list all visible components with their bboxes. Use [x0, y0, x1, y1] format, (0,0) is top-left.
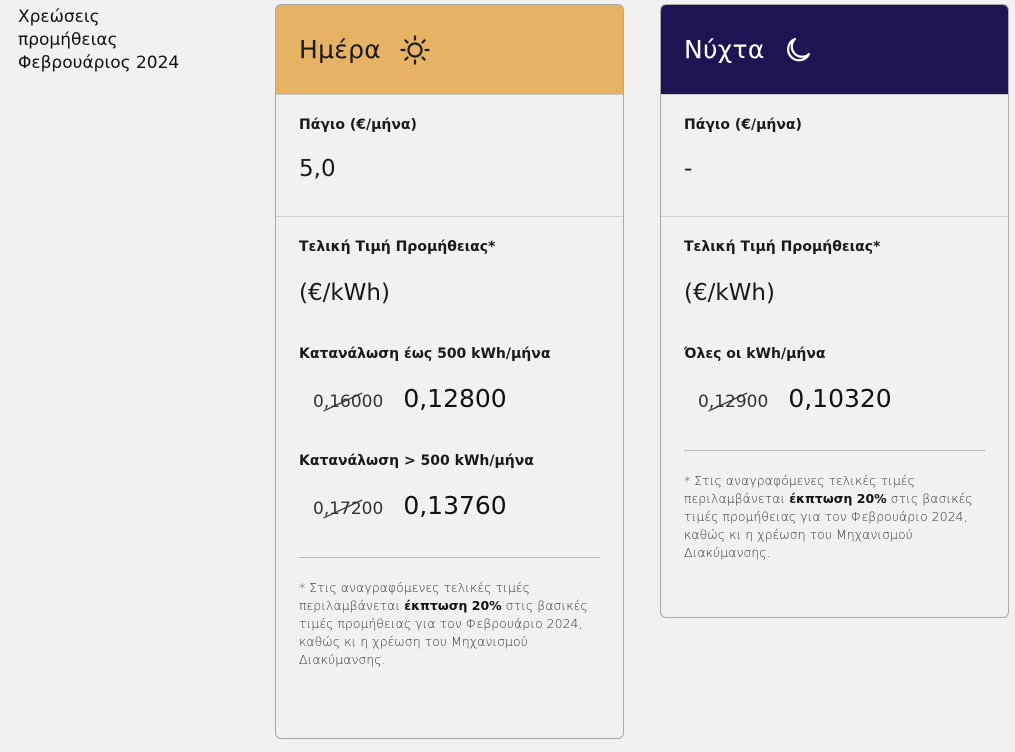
page-title-line: προμήθειας	[18, 30, 118, 50]
divider	[299, 557, 600, 558]
new-price: 0,12800	[403, 384, 507, 413]
price-row: 0,16000 0,12800	[299, 384, 600, 413]
price-unit: (€/kWh)	[684, 280, 775, 306]
day-price-section: Τελική Τιμή Προμήθειας* (€/kWh) Κατανάλω…	[276, 217, 623, 669]
page-title-line: Φεβρουάριος 2024	[18, 53, 180, 73]
tier-label: Κατανάλωση έως 500 kWh/μήνα	[299, 346, 551, 362]
new-price: 0,10320	[788, 384, 892, 413]
price-label: Τελική Τιμή Προμήθειας*	[684, 239, 881, 255]
price-tier: Όλες οι kWh/μήνα 0,12900 0,10320	[684, 346, 985, 413]
new-price: 0,13760	[403, 491, 507, 520]
night-fee-section: Πάγιο (€/μήνα) -	[661, 95, 1008, 217]
day-card-header: Ημέρα	[276, 5, 623, 95]
day-fee-section: Πάγιο (€/μήνα) 5,0	[276, 95, 623, 217]
footnote: * Στις αναγραφόμενες τελικές τιμές περιλ…	[684, 473, 973, 560]
fee-value: -	[684, 156, 693, 182]
price-label: Τελική Τιμή Προμήθειας*	[299, 239, 496, 255]
price-row: 0,17200 0,13760	[299, 491, 600, 520]
night-card-header: Νύχτα	[661, 5, 1008, 95]
tier-label: Κατανάλωση > 500 kWh/μήνα	[299, 453, 534, 469]
tier-label: Όλες οι kWh/μήνα	[684, 346, 826, 362]
page-title-line: Χρεώσεις	[18, 7, 100, 27]
fee-label: Πάγιο (€/μήνα)	[684, 117, 802, 133]
price-unit: (€/kWh)	[299, 280, 390, 306]
day-tariff-card: Ημέρα Πάγιο (€/μήνα) 5,0 Τελική Τιμή Προ…	[275, 4, 624, 739]
sun-icon	[399, 34, 431, 66]
fee-value: 5,0	[299, 156, 336, 182]
footnote: * Στις αναγραφόμενες τελικές τιμές περιλ…	[299, 580, 588, 667]
price-row: 0,12900 0,10320	[684, 384, 985, 413]
day-card-title: Ημέρα	[299, 35, 382, 64]
price-tier: Κατανάλωση > 500 kWh/μήνα 0,17200 0,1376…	[299, 453, 600, 520]
fee-label: Πάγιο (€/μήνα)	[299, 117, 417, 133]
price-tier: Κατανάλωση έως 500 kWh/μήνα 0,16000 0,12…	[299, 346, 600, 413]
moon-icon	[783, 35, 813, 65]
night-card-title: Νύχτα	[684, 35, 765, 64]
old-price: 0,12900	[698, 392, 769, 412]
night-tariff-card: Νύχτα Πάγιο (€/μήνα) - Τελική Τιμή Προμή…	[660, 4, 1009, 618]
old-price: 0,16000	[313, 392, 384, 412]
divider	[684, 450, 985, 451]
page-title: Χρεώσεις προμήθειας Φεβρουάριος 2024	[18, 6, 258, 75]
night-price-section: Τελική Τιμή Προμήθειας* (€/kWh) Όλες οι …	[661, 217, 1008, 562]
old-price: 0,17200	[313, 499, 384, 519]
